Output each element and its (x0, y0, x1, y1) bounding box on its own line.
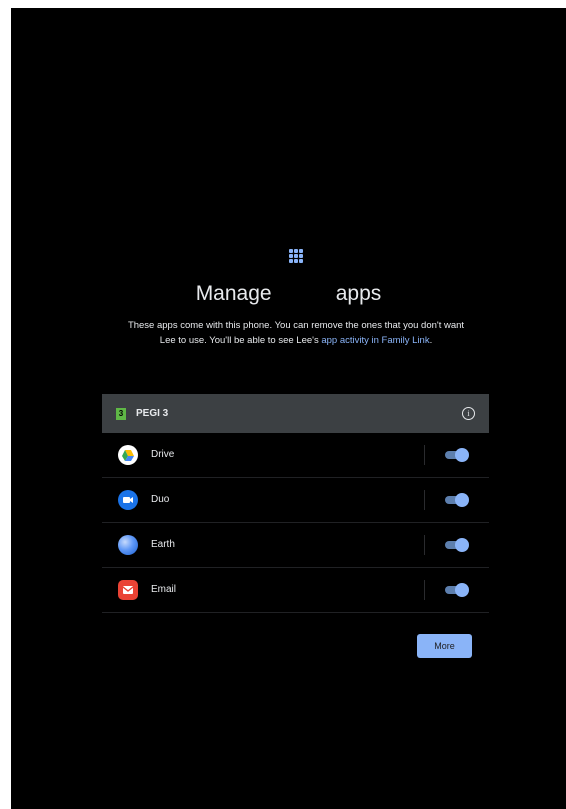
earth-toggle[interactable] (445, 537, 469, 553)
pegi-badge-icon: 3 (116, 407, 126, 420)
app-activity-link[interactable]: app activity in Family Link (321, 335, 429, 346)
row-divider (424, 535, 425, 555)
screen: Manage apps These apps come with this ph… (11, 8, 566, 809)
app-name: Earth (151, 539, 175, 550)
page-title: Manage apps (195, 282, 382, 305)
row-divider (424, 445, 425, 465)
app-row-earth: Earth (102, 523, 489, 568)
app-row-drive: Drive (102, 433, 489, 478)
rating-label: PEGI 3 (136, 408, 169, 419)
apps-grid-icon (289, 249, 303, 263)
app-row-email: Email (102, 568, 489, 613)
drive-icon (118, 445, 138, 465)
duo-toggle[interactable] (445, 492, 469, 508)
description-suffix: . (429, 335, 433, 346)
email-toggle[interactable] (445, 582, 469, 598)
page-description: These apps come with this phone. You can… (126, 318, 466, 348)
row-divider (424, 580, 425, 600)
app-name: Drive (151, 449, 175, 460)
app-name: Duo (151, 494, 170, 505)
app-name: Email (151, 584, 177, 595)
row-divider (424, 490, 425, 510)
email-icon (118, 580, 138, 600)
rating-section-header: 3 PEGI 3 i (102, 394, 489, 433)
duo-icon (118, 490, 138, 510)
drive-toggle[interactable] (445, 447, 469, 463)
info-icon[interactable]: i (462, 407, 475, 420)
more-button[interactable]: More (417, 634, 472, 658)
earth-icon (118, 535, 138, 555)
app-row-duo: Duo (102, 478, 489, 523)
